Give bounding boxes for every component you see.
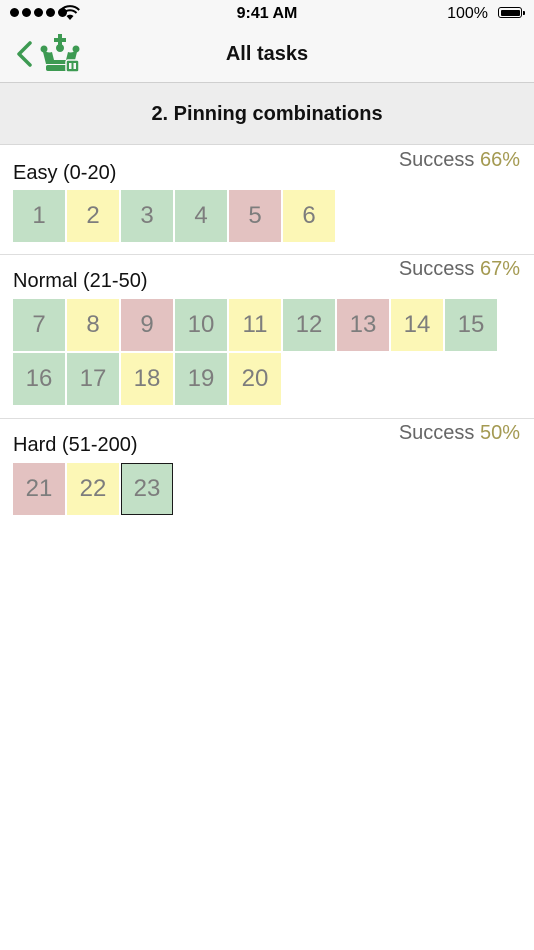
task-tile-current[interactable]: 23	[121, 463, 173, 515]
task-tile[interactable]: 5	[229, 190, 281, 242]
task-tile[interactable]: 19	[175, 353, 227, 405]
section-title: 2. Pinning combinations	[151, 103, 383, 125]
success-label: Success	[398, 422, 475, 444]
group-title: Hard (51-200)	[13, 434, 138, 456]
section-header: 2. Pinning combinations	[0, 83, 534, 145]
task-tile[interactable]: 13	[337, 299, 389, 351]
task-tile[interactable]: 2	[67, 190, 119, 242]
task-tile[interactable]: 1	[13, 190, 65, 242]
navigation-bar: All tasks	[0, 28, 534, 83]
task-tile[interactable]: 21	[13, 463, 65, 515]
task-tile[interactable]: 14	[391, 299, 443, 351]
success-percent: 66%	[479, 149, 520, 171]
task-tile[interactable]: 15	[445, 299, 497, 351]
task-grid: 21 22 23	[13, 463, 503, 515]
task-tile[interactable]: 22	[67, 463, 119, 515]
group-success: Success 50%	[399, 422, 520, 445]
task-tile[interactable]: 20	[229, 353, 281, 405]
group-title: Easy (0-20)	[13, 162, 117, 184]
battery-icon	[498, 7, 525, 18]
success-label: Success	[398, 149, 475, 171]
status-bar: 9:41 AM 100%	[0, 0, 534, 28]
task-grid: 7 8 9 10 11 12 13 14 15 16 17 18 19 20	[13, 299, 503, 405]
task-tile[interactable]: 11	[229, 299, 281, 351]
task-tile[interactable]: 8	[67, 299, 119, 351]
task-tile[interactable]: 7	[13, 299, 65, 351]
task-tile[interactable]: 16	[13, 353, 65, 405]
group-success: Success 66%	[399, 149, 520, 172]
task-tile[interactable]: 18	[121, 353, 173, 405]
success-label: Success	[398, 258, 475, 280]
battery-percent: 100%	[447, 5, 488, 22]
task-tile[interactable]: 9	[121, 299, 173, 351]
success-percent: 67%	[479, 258, 520, 280]
success-percent: 50%	[479, 422, 520, 444]
task-tile[interactable]: 10	[175, 299, 227, 351]
task-tile[interactable]: 6	[283, 190, 335, 242]
group-title: Normal (21-50)	[13, 270, 148, 292]
task-tile[interactable]: 17	[67, 353, 119, 405]
group-easy: Easy (0-20) Success 66% 1 2 3 4 5 6	[0, 146, 534, 255]
group-normal: Normal (21-50) Success 67% 7 8 9 10 11 1…	[0, 255, 534, 419]
task-tile[interactable]: 12	[283, 299, 335, 351]
task-tile[interactable]: 3	[121, 190, 173, 242]
task-grid: 1 2 3 4 5 6	[13, 190, 503, 242]
group-success: Success 67%	[399, 258, 520, 281]
task-tile[interactable]: 4	[175, 190, 227, 242]
group-hard: Hard (51-200) Success 50% 21 22 23	[0, 419, 534, 529]
nav-title: All tasks	[225, 43, 309, 65]
